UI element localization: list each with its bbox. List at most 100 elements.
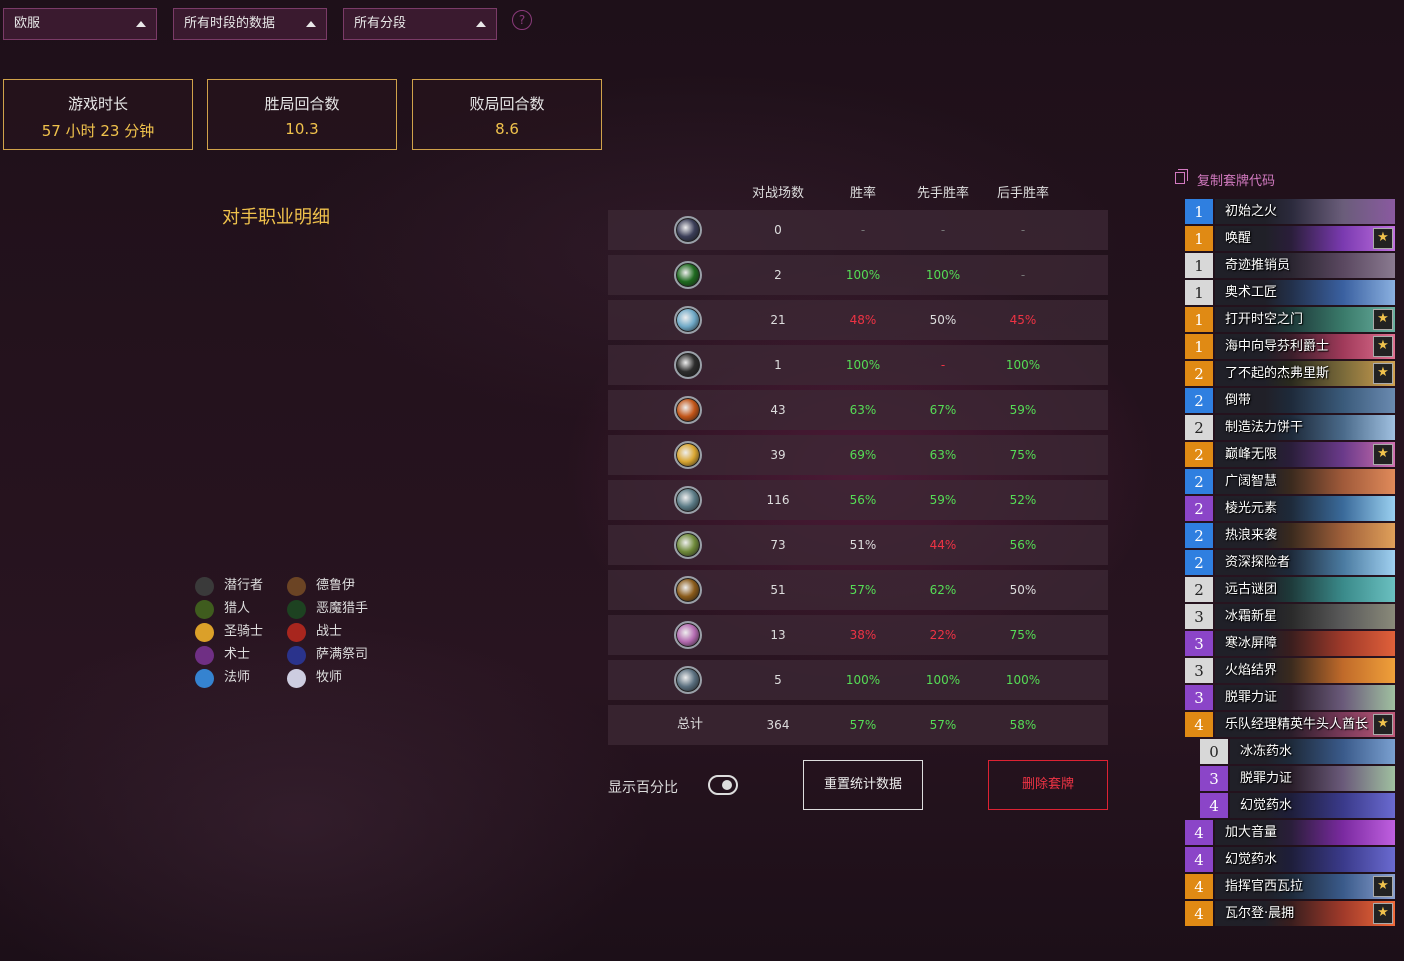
- card-cost: 2: [1185, 388, 1213, 413]
- deck-card[interactable]: 3 寒冰屏障: [1185, 631, 1395, 656]
- card-name: 倒带: [1225, 393, 1252, 408]
- deck-card[interactable]: 4 指挥官西瓦拉 ★: [1185, 874, 1395, 899]
- deck-card[interactable]: 2 资深探险者: [1185, 550, 1395, 575]
- deck-card[interactable]: 4 加大音量: [1185, 820, 1395, 845]
- card-art: [1265, 820, 1395, 845]
- table-total-row: 总计 364 57% 57% 58%: [608, 705, 1108, 745]
- legend-swatch: [195, 623, 214, 642]
- show-percent-label: 显示百分比: [608, 780, 678, 796]
- card-art: [1265, 388, 1395, 413]
- card-art: [1265, 658, 1395, 683]
- reset-stats-button[interactable]: 重置统计数据: [803, 760, 923, 810]
- card-cost: 2: [1185, 523, 1213, 548]
- card-tile: 火焰结界: [1215, 658, 1395, 683]
- header-first-winrate: 先手胜率: [916, 186, 969, 201]
- cell-games: 2: [774, 268, 782, 282]
- cell-wr: 51%: [849, 538, 877, 552]
- warlock-icon: [674, 666, 702, 694]
- chevron-up-icon: [136, 21, 146, 27]
- cell-first: 63%: [929, 448, 957, 462]
- time-range-dropdown[interactable]: 所有时段的数据: [173, 8, 327, 40]
- card-cost: 1: [1185, 199, 1213, 224]
- card-name: 脱罪力证: [1225, 690, 1278, 705]
- legendary-star-icon: ★: [1373, 876, 1393, 897]
- card-tile: 奥术工匠: [1215, 280, 1395, 305]
- legend-label: 猎人: [224, 601, 251, 616]
- deck-card[interactable]: 2 棱光元素: [1185, 496, 1395, 521]
- deck-card[interactable]: 3 脱罪力证: [1200, 766, 1395, 791]
- card-cost: 3: [1200, 766, 1228, 791]
- card-name: 资深探险者: [1225, 555, 1291, 570]
- card-tile: 巅峰无限 ★: [1215, 442, 1395, 467]
- card-cost: 4: [1185, 847, 1213, 872]
- rank-dropdown[interactable]: 所有分段: [343, 8, 497, 40]
- cell-wr: -: [860, 223, 866, 237]
- legend-label: 战士: [316, 624, 343, 639]
- deck-card[interactable]: 0 冰冻药水: [1200, 739, 1395, 764]
- deck-card[interactable]: 2 广阔智慧: [1185, 469, 1395, 494]
- deck-card[interactable]: 4 幻觉药水: [1200, 793, 1395, 818]
- card-cost: 3: [1185, 604, 1213, 629]
- time-range-value: 所有时段的数据: [184, 16, 276, 31]
- card-name: 海中向导芬利爵士: [1225, 339, 1330, 354]
- help-icon[interactable]: ?: [512, 10, 532, 30]
- card-name: 唤醒: [1225, 231, 1252, 246]
- card-name: 巅峰无限: [1225, 447, 1278, 462]
- demon-hunter-icon: [674, 261, 702, 289]
- cell-games: 5: [774, 673, 782, 687]
- deck-card[interactable]: 3 火焰结界: [1185, 658, 1395, 683]
- rogue-icon: [674, 351, 702, 379]
- card-art: [1265, 685, 1395, 710]
- cell-games: 73: [770, 538, 786, 552]
- delete-deck-button[interactable]: 删除套牌: [988, 760, 1108, 810]
- legend-label: 潜行者: [224, 578, 264, 593]
- header-second-winrate: 后手胜率: [996, 186, 1049, 201]
- cell-games: 39: [770, 448, 786, 462]
- stat-label: 败局回合数: [469, 95, 545, 113]
- deck-card[interactable]: 3 冰霜新星: [1185, 604, 1395, 629]
- cell-second: 59%: [1009, 403, 1037, 417]
- deck-card[interactable]: 2 巅峰无限 ★: [1185, 442, 1395, 467]
- total-second: 58%: [1009, 718, 1037, 732]
- card-tile: 资深探险者: [1215, 550, 1395, 575]
- cell-wr: 100%: [845, 358, 881, 372]
- deck-card[interactable]: 1 初始之火: [1185, 199, 1395, 224]
- card-name: 加大音量: [1225, 825, 1278, 840]
- deck-card[interactable]: 1 打开时空之门 ★: [1185, 307, 1395, 332]
- card-tile: 加大音量: [1215, 820, 1395, 845]
- table-row: 51 57% 62% 50%: [608, 570, 1108, 610]
- cell-games: 21: [770, 313, 786, 327]
- region-dropdown[interactable]: 欧服: [3, 8, 157, 40]
- legend-swatch: [195, 646, 214, 665]
- card-cost: 3: [1185, 658, 1213, 683]
- deck-card[interactable]: 4 幻觉药水: [1185, 847, 1395, 872]
- deck-card[interactable]: 2 远古谜团: [1185, 577, 1395, 602]
- cell-wr: 38%: [849, 628, 877, 642]
- cell-first: 100%: [925, 268, 961, 282]
- cell-second: -: [1020, 268, 1026, 282]
- cell-second: 45%: [1009, 313, 1037, 327]
- card-name: 棱光元素: [1225, 501, 1278, 516]
- deck-card[interactable]: 3 脱罪力证: [1185, 685, 1395, 710]
- deck-card[interactable]: 2 制造法力饼干: [1185, 415, 1395, 440]
- card-tile: 了不起的杰弗里斯 ★: [1215, 361, 1395, 386]
- show-percent-toggle[interactable]: [708, 775, 738, 795]
- card-tile: 海中向导芬利爵士 ★: [1215, 334, 1395, 359]
- card-art: [1265, 280, 1395, 305]
- cell-first: 100%: [925, 673, 961, 687]
- deck-card[interactable]: 1 奇迹推销员: [1185, 253, 1395, 278]
- deck-card[interactable]: 1 海中向导芬利爵士 ★: [1185, 334, 1395, 359]
- card-name: 打开时空之门: [1225, 312, 1304, 327]
- deck-card[interactable]: 4 乐队经理精英牛头人酋长 ★: [1185, 712, 1395, 737]
- table-row: 13 38% 22% 75%: [608, 615, 1108, 655]
- deck-card[interactable]: 1 唤醒 ★: [1185, 226, 1395, 251]
- deck-card[interactable]: 4 瓦尔登·晨拥 ★: [1185, 901, 1395, 926]
- cell-first: 67%: [929, 403, 957, 417]
- header-winrate: 胜率: [849, 186, 876, 201]
- card-cost: 4: [1185, 874, 1213, 899]
- deck-card[interactable]: 1 奥术工匠: [1185, 280, 1395, 305]
- cell-first: 44%: [929, 538, 957, 552]
- deck-card[interactable]: 2 了不起的杰弗里斯 ★: [1185, 361, 1395, 386]
- deck-card[interactable]: 2 热浪来袭: [1185, 523, 1395, 548]
- deck-card[interactable]: 2 倒带: [1185, 388, 1395, 413]
